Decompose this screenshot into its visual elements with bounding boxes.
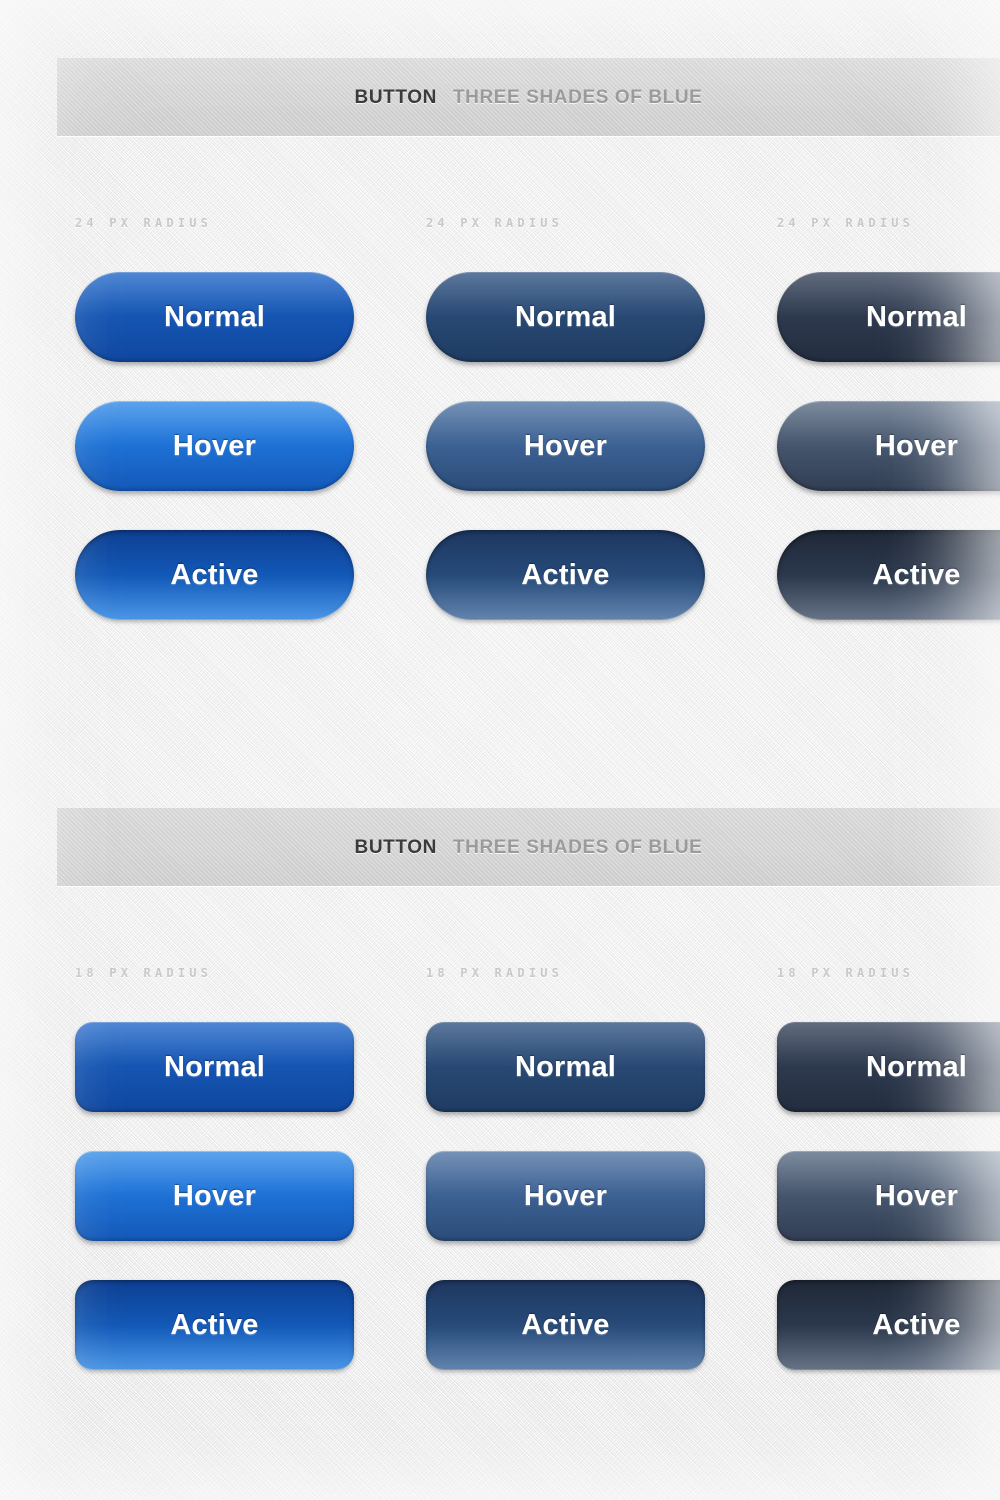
- button-label: Active: [521, 1308, 610, 1341]
- button-label: Normal: [865, 1050, 968, 1083]
- button-slate-active[interactable]: Active: [777, 530, 1000, 620]
- button-steel-normal[interactable]: Normal: [426, 1022, 705, 1112]
- button-steel-active[interactable]: Active: [426, 530, 705, 620]
- radius-caption: 24 PX RADIUS: [777, 216, 915, 230]
- button-label: Hover: [172, 429, 257, 462]
- header-title-strong: BUTTON: [354, 87, 437, 108]
- button-slate-active[interactable]: Active: [777, 1280, 1000, 1370]
- button-slot: Normal: [75, 1022, 354, 1112]
- button-slot: Normal: [777, 1022, 1000, 1112]
- button-slot: Hover: [75, 401, 354, 491]
- button-slot: Hover: [75, 1151, 354, 1241]
- button-steel-active[interactable]: Active: [426, 1280, 705, 1370]
- button-slot: Normal: [777, 272, 1000, 362]
- button-label: Active: [872, 1308, 961, 1341]
- button-slot: Active: [75, 1280, 354, 1370]
- button-steel-hover[interactable]: Hover: [426, 1151, 705, 1241]
- button-slot: Normal: [426, 272, 705, 362]
- section-header-text: BUTTON THREE SHADES OF BLUE: [355, 87, 703, 109]
- button-slate-hover[interactable]: Hover: [777, 401, 1000, 491]
- button-label: Normal: [163, 1050, 266, 1083]
- section-header-bar: BUTTON THREE SHADES OF BLUE: [57, 58, 1000, 136]
- button-label: Normal: [865, 300, 968, 333]
- button-slate-normal[interactable]: Normal: [777, 272, 1000, 362]
- button-slot: Active: [777, 1280, 1000, 1370]
- button-slot: Active: [426, 1280, 705, 1370]
- button-slot: Active: [426, 530, 705, 620]
- button-vivid-normal[interactable]: Normal: [75, 1022, 354, 1112]
- radius-caption: 24 PX RADIUS: [75, 216, 213, 230]
- button-vivid-active[interactable]: Active: [75, 530, 354, 620]
- button-vivid-hover[interactable]: Hover: [75, 401, 354, 491]
- button-slot: Hover: [426, 1151, 705, 1241]
- section-header-bar: BUTTON THREE SHADES OF BLUE: [57, 808, 1000, 886]
- button-slate-hover[interactable]: Hover: [777, 1151, 1000, 1241]
- button-label: Normal: [514, 1050, 617, 1083]
- radius-caption: 24 PX RADIUS: [426, 216, 564, 230]
- button-slot: Hover: [777, 1151, 1000, 1241]
- button-vivid-hover[interactable]: Hover: [75, 1151, 354, 1241]
- button-label: Normal: [163, 300, 266, 333]
- button-slot: Normal: [75, 272, 354, 362]
- button-steel-hover[interactable]: Hover: [426, 401, 705, 491]
- button-label: Active: [521, 558, 610, 591]
- button-label: Hover: [172, 1179, 257, 1212]
- button-slot: Normal: [426, 1022, 705, 1112]
- button-label: Hover: [874, 429, 959, 462]
- button-label: Hover: [523, 429, 608, 462]
- button-label: Active: [872, 558, 961, 591]
- button-label: Active: [170, 1308, 259, 1341]
- section-header-text: BUTTON THREE SHADES OF BLUE: [355, 837, 703, 859]
- button-vivid-normal[interactable]: Normal: [75, 272, 354, 362]
- header-title-light: THREE SHADES OF BLUE: [452, 87, 703, 108]
- header-title-strong: BUTTON: [354, 837, 437, 858]
- button-label: Active: [170, 558, 259, 591]
- button-label: Hover: [523, 1179, 608, 1212]
- button-vivid-active[interactable]: Active: [75, 1280, 354, 1370]
- button-steel-normal[interactable]: Normal: [426, 272, 705, 362]
- radius-caption: 18 PX RADIUS: [426, 966, 564, 980]
- radius-caption: 18 PX RADIUS: [75, 966, 213, 980]
- button-label: Hover: [874, 1179, 959, 1212]
- button-slot: Active: [75, 530, 354, 620]
- button-label: Normal: [514, 300, 617, 333]
- button-slot: Active: [777, 530, 1000, 620]
- button-slate-normal[interactable]: Normal: [777, 1022, 1000, 1112]
- button-slot: Hover: [777, 401, 1000, 491]
- page-canvas: BUTTON THREE SHADES OF BLUE 24 PX RADIUS…: [0, 0, 1000, 1500]
- radius-caption: 18 PX RADIUS: [777, 966, 915, 980]
- button-slot: Hover: [426, 401, 705, 491]
- header-title-light: THREE SHADES OF BLUE: [452, 837, 703, 858]
